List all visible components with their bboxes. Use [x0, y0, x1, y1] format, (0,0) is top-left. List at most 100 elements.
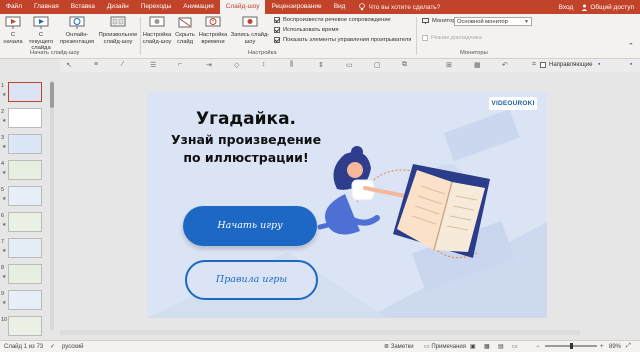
tab-review[interactable]: Рецензирование: [265, 0, 327, 14]
grid-icon[interactable]: ⊞: [446, 61, 452, 69]
brand-logo: VIDEOUROKI: [489, 97, 537, 110]
signin-link[interactable]: Вход: [559, 4, 574, 11]
tab-animation[interactable]: Анимация: [177, 0, 220, 14]
from-current-label: С текущего слайда: [28, 32, 54, 51]
notes-button[interactable]: ≣ Заметки: [384, 343, 414, 350]
shape-icon[interactable]: ◇: [234, 61, 239, 69]
star-icon: ★: [2, 274, 7, 280]
tab-marker-icon[interactable]: ⌐: [178, 61, 182, 68]
notes-icon: ≣: [384, 344, 390, 350]
chevron-down-icon: ▼: [524, 19, 529, 25]
tab-insert[interactable]: Вставка: [65, 0, 101, 14]
start-from-beginning-button[interactable]: С начала: [2, 16, 24, 45]
checkbox-box: [422, 35, 428, 41]
zoom-slider-handle[interactable]: [570, 343, 573, 349]
list-icon[interactable]: ☰: [150, 61, 156, 69]
slideshow-current-icon: [33, 16, 49, 29]
custom-slideshow-label: Произвольное слайд-шоу: [98, 32, 138, 45]
frame-icon[interactable]: ▢: [374, 61, 381, 69]
thumbnail-slide-8[interactable]: [8, 264, 42, 284]
thumbnail-slide-6[interactable]: [8, 212, 42, 232]
tell-me-box[interactable]: Что вы хотите сделать?: [351, 3, 440, 11]
custom-slideshow-icon: [110, 16, 126, 27]
indent-icon[interactable]: ⇥: [206, 61, 212, 69]
guides-checkbox[interactable]: Направляющие: [540, 62, 593, 68]
cursor-icon[interactable]: ↖: [66, 61, 72, 69]
save-as-icon[interactable]: ▪: [630, 61, 632, 68]
record-icon: [242, 16, 258, 27]
slide-title-line3: по иллюстрации!: [183, 150, 309, 165]
thumbnail-slide-4[interactable]: [8, 160, 42, 180]
text-direction-icon[interactable]: ↕: [262, 61, 266, 68]
ribbon-tab-bar: Файл Главная Вставка Дизайн Переходы Ани…: [0, 0, 640, 14]
record-slideshow-button[interactable]: Запись слайд-шоу: [230, 16, 270, 45]
start-game-button[interactable]: Начать игру: [183, 206, 317, 246]
save-icon[interactable]: ▪: [598, 61, 600, 68]
tab-file[interactable]: Файл: [0, 0, 28, 14]
checkbox-controls-label: Показать элементы управления проигрывате…: [283, 37, 412, 43]
thumb-number: 10: [1, 317, 8, 323]
tab-transitions[interactable]: Переходы: [135, 0, 178, 14]
zoom-level[interactable]: 89%: [609, 344, 621, 350]
checkbox-presenter-view[interactable]: Режим докладчика: [422, 35, 482, 41]
arrange-icon[interactable]: ⧉: [402, 61, 407, 69]
normal-view-icon[interactable]: ▣: [470, 343, 476, 350]
rehearse-timings-button[interactable]: Настройка времени: [198, 16, 228, 45]
tell-me-text: Что вы хотите сделать?: [368, 3, 441, 11]
online-label: Онлайн-презентация: [60, 32, 94, 45]
thumbnail-slide-2[interactable]: [8, 108, 42, 128]
tab-slideshow[interactable]: Слайд-шоу: [219, 0, 266, 14]
collapse-ribbon-button[interactable]: ⌃: [628, 43, 634, 51]
tab-design[interactable]: Дизайн: [101, 0, 135, 14]
from-current-slide-button[interactable]: С текущего слайда: [26, 16, 56, 52]
thumbnail-scrollbar-thumb[interactable]: [50, 82, 54, 108]
thumbnail-slide-3[interactable]: [8, 134, 42, 154]
reading-view-icon[interactable]: ▤: [498, 343, 504, 350]
undo-icon[interactable]: ↶: [502, 61, 508, 69]
slideshow-view-icon[interactable]: ▭: [512, 343, 518, 350]
zoom-out-icon[interactable]: −: [536, 344, 540, 350]
columns-icon[interactable]: ⫼: [290, 61, 293, 69]
thumbnail-slide-1[interactable]: [8, 82, 42, 102]
hide-slide-button[interactable]: Скрыть слайд: [174, 16, 196, 45]
thumbnail-slide-9[interactable]: [8, 290, 42, 310]
spacing-icon[interactable]: ⇕: [318, 61, 324, 69]
setup-slideshow-button[interactable]: Настройка слайд-шоу: [142, 16, 172, 45]
tab-view[interactable]: Вид: [328, 0, 352, 14]
slide-sorter-icon[interactable]: ▦: [484, 343, 490, 350]
language-indicator[interactable]: русский: [62, 344, 84, 350]
slide-canvas[interactable]: Угадайка. Узнай произведение по иллюстра…: [147, 92, 547, 318]
share-button[interactable]: Общий доступ: [581, 4, 634, 11]
thumbnail-slide-7[interactable]: [8, 238, 42, 258]
online-presentation-button[interactable]: Онлайн-презентация: [58, 16, 96, 45]
tab-home[interactable]: Главная: [28, 0, 65, 14]
group-label-monitors: Мониторы: [460, 50, 488, 56]
horizontal-scrollbar[interactable]: [60, 330, 580, 335]
start-from-beginning-label: С начала: [3, 32, 23, 45]
thumbnail-slide-5[interactable]: [8, 186, 42, 206]
checkbox-timings[interactable]: Использовать время: [274, 27, 339, 33]
checkbox-narration-label: Воспроизвести речевое сопровождение: [283, 17, 391, 23]
spellcheck-icon[interactable]: ✓: [50, 343, 55, 350]
game-rules-button[interactable]: Правила игры: [185, 260, 318, 300]
fit-to-window-icon[interactable]: ⤢: [626, 343, 631, 350]
star-icon: ★: [2, 144, 7, 150]
custom-slideshow-button[interactable]: Произвольное слайд-шоу: [98, 16, 138, 45]
ribbon-separator: [416, 17, 417, 55]
comments-button[interactable]: ▭ Примечания: [424, 343, 466, 350]
checkbox-timings-label: Использовать время: [283, 27, 339, 33]
checkbox-narration[interactable]: Воспроизвести речевое сопровождение: [274, 17, 391, 23]
thumbnail-scrollbar-track[interactable]: [50, 80, 54, 330]
ruler-icon[interactable]: ⌗: [532, 61, 536, 69]
checkbox-controls[interactable]: Показать элементы управления проигрывате…: [274, 37, 411, 43]
line-icon[interactable]: ⁄: [122, 61, 123, 68]
star-icon: ★: [2, 222, 7, 228]
monitor-select-value: Основной монитор: [457, 19, 508, 25]
online-icon: [69, 16, 85, 29]
zoom-in-icon[interactable]: +: [600, 344, 604, 350]
align-left-icon[interactable]: ≡: [94, 61, 98, 68]
table-icon[interactable]: ▦: [474, 61, 481, 69]
thumbnail-slide-10[interactable]: [8, 316, 42, 336]
monitor-select[interactable]: Основной монитор ▼: [454, 17, 532, 26]
box-icon[interactable]: ▭: [346, 61, 353, 69]
